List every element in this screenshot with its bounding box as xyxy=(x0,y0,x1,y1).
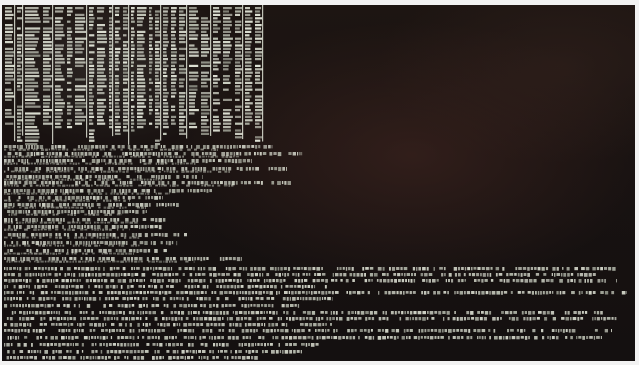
monitor-screen xyxy=(2,5,635,361)
console-glyph-group xyxy=(4,5,627,360)
photo-of-monitor xyxy=(0,0,639,365)
console-output-text xyxy=(2,5,635,361)
console-text-pixels xyxy=(4,5,627,360)
